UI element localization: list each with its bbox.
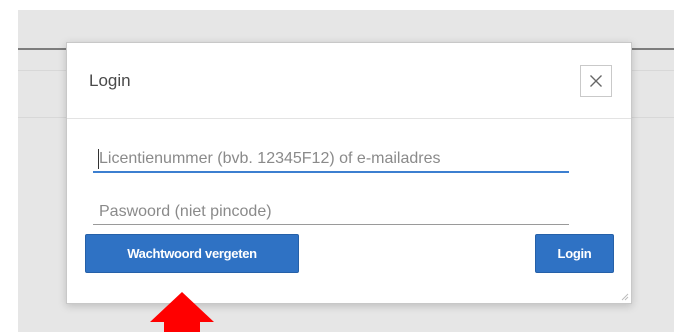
arrow-up-icon xyxy=(150,292,214,332)
modal-header: Login xyxy=(67,43,631,119)
resize-grip-icon[interactable] xyxy=(621,293,629,301)
close-icon xyxy=(590,75,602,87)
modal-title: Login xyxy=(89,71,131,90)
login-modal: Login Wachtwoord vergeten Login xyxy=(66,42,632,304)
license-email-input[interactable] xyxy=(93,147,569,173)
text-caret xyxy=(98,149,99,169)
password-input[interactable] xyxy=(93,199,569,225)
login-button[interactable]: Login xyxy=(535,234,614,273)
forgot-password-button[interactable]: Wachtwoord vergeten xyxy=(85,234,299,273)
close-button[interactable] xyxy=(580,65,612,97)
